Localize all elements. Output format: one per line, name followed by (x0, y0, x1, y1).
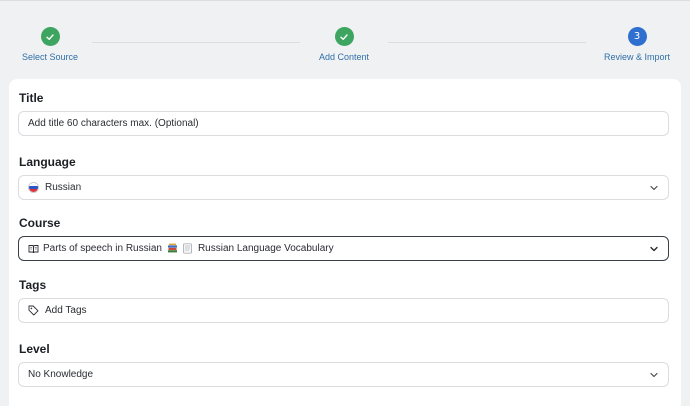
step-connector (388, 42, 586, 43)
book-icon (28, 244, 39, 254)
title-label: Title (19, 91, 44, 105)
level-value: No Knowledge (28, 369, 94, 380)
chevron-down-icon (650, 185, 658, 191)
chevron-down-icon (650, 372, 658, 378)
tags-input[interactable]: Add Tags (18, 298, 669, 323)
step-label: Review & Import (603, 52, 671, 62)
books-emoji-icon (167, 243, 178, 254)
title-placeholder: Add title 60 characters max. (Optional) (28, 118, 199, 129)
chevron-down-icon (650, 246, 658, 252)
tag-icon (28, 305, 39, 316)
step-connector (92, 42, 300, 43)
notebook-emoji-icon (182, 243, 193, 254)
course-value-part2: Russian Language Vocabulary (197, 243, 334, 254)
course-value-part1: Parts of speech in Russian (43, 243, 162, 254)
language-label: Language (19, 155, 76, 169)
tags-placeholder: Add Tags (45, 305, 87, 316)
level-label: Level (19, 342, 50, 356)
course-select[interactable]: Parts of speech in Russian Russian Langu… (18, 236, 669, 261)
step-number: 3 (627, 27, 647, 46)
course-label: Course (19, 216, 61, 230)
title-input[interactable]: Add title 60 characters max. (Optional) (18, 111, 669, 136)
tags-label: Tags (19, 278, 47, 292)
import-form-card: Title Add title 60 characters max. (Opti… (9, 79, 681, 406)
progress-stepper: Select Source Add Content 3 Review & Imp… (0, 0, 690, 70)
language-select[interactable]: Russian (18, 175, 669, 200)
check-icon (40, 27, 60, 46)
step-add-content[interactable]: Add Content (294, 27, 394, 62)
step-select-source[interactable]: Select Source (0, 27, 100, 62)
check-icon (334, 27, 354, 46)
step-review-import[interactable]: 3 Review & Import (587, 27, 687, 62)
step-label: Select Source (21, 52, 79, 62)
step-label: Add Content (318, 52, 370, 62)
language-value: Russian (45, 182, 82, 193)
russian-flag-icon (28, 182, 39, 193)
level-select[interactable]: No Knowledge (18, 362, 669, 387)
